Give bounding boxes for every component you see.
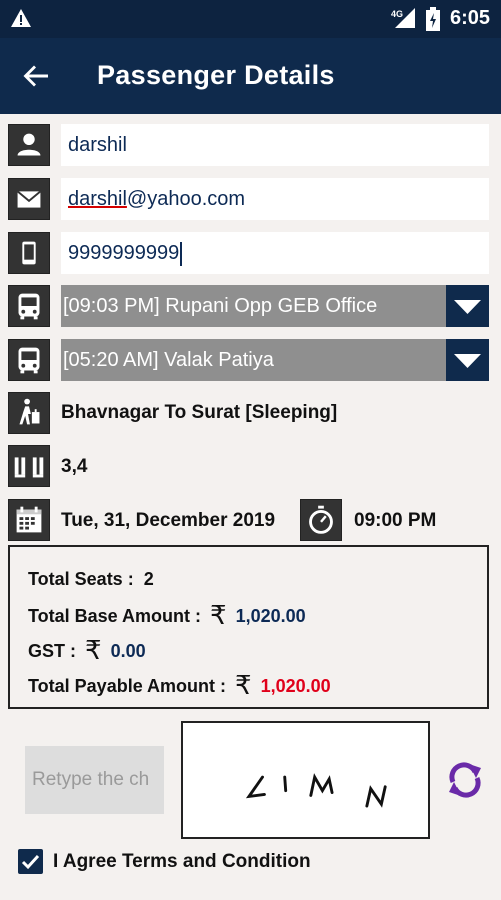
person-icon: [8, 124, 50, 166]
gst-value: 0.00: [110, 641, 146, 661]
gst-label: GST :: [28, 641, 76, 661]
fare-summary: Total Seats : 2 Total Base Amount : ₹ 1,…: [8, 545, 489, 709]
gst-row: GST : ₹ 0.00: [28, 635, 146, 666]
seats-icon: [8, 445, 50, 487]
payable-amount-label: Total Payable Amount :: [28, 676, 227, 696]
base-amount-row: Total Base Amount : ₹ 1,020.00: [28, 600, 306, 631]
journey-time: 09:00 PM: [354, 510, 437, 531]
payable-amount-row: Total Payable Amount : ₹ 1,020.00: [28, 670, 331, 701]
captcha-placeholder: Retype the ch: [32, 769, 150, 790]
dropping-point-value: [05:20 AM] Valak Patiya: [63, 349, 274, 371]
checkbox-checked-icon[interactable]: [18, 849, 43, 874]
journey-date: Tue, 31, December 2019: [61, 510, 276, 531]
captcha-input[interactable]: Retype the ch: [25, 746, 164, 814]
boarding-point-value: [09:03 PM] Rupani Opp GEB Office: [63, 295, 378, 317]
agree-terms-label[interactable]: I Agree Terms and Condition: [53, 851, 311, 873]
captcha-image: [181, 721, 430, 839]
mail-icon: [8, 178, 50, 220]
boarding-point-select[interactable]: [09:03 PM] Rupani Opp GEB Office: [61, 285, 489, 327]
base-amount-value: 1,020.00: [235, 606, 306, 626]
refresh-icon[interactable]: [445, 760, 485, 800]
dropdown-arrow-icon[interactable]: [446, 339, 489, 381]
arrow-back-icon[interactable]: [20, 60, 52, 92]
route-text: Bhavnagar To Surat [Sleeping]: [61, 402, 338, 423]
warning-icon: [10, 8, 32, 33]
bus-icon: [8, 285, 50, 327]
email-domain: @yahoo.com: [126, 188, 246, 210]
email-field[interactable]: darshil@yahoo.com: [61, 178, 489, 220]
phone-field[interactable]: 9999999999: [61, 232, 489, 274]
total-seats-value: 2: [143, 569, 154, 589]
name-value: darshil: [68, 134, 127, 156]
base-amount-label: Total Base Amount :: [28, 606, 202, 626]
email-local-part: darshil: [68, 188, 127, 210]
name-field[interactable]: darshil: [61, 124, 489, 166]
signal-icon: 4G: [391, 7, 417, 34]
dropping-point-select[interactable]: [05:20 AM] Valak Patiya: [61, 339, 489, 381]
status-time: 6:05: [450, 7, 491, 29]
status-bar: 4G 6:05: [0, 0, 501, 38]
app-bar: Passenger Details: [0, 38, 501, 114]
calendar-icon: [8, 499, 50, 541]
network-type-label: 4G: [391, 9, 403, 19]
payable-amount-value: 1,020.00: [260, 676, 331, 696]
stopwatch-icon: [300, 499, 342, 541]
phone-value: 9999999999: [68, 242, 180, 264]
rupee-icon: ₹: [85, 635, 102, 665]
rupee-icon: ₹: [210, 600, 227, 630]
traveler-icon: [8, 392, 50, 434]
bus-icon: [8, 339, 50, 381]
rupee-icon: ₹: [235, 670, 252, 700]
page-title: Passenger Details: [97, 60, 335, 90]
total-seats-label: Total Seats :: [28, 569, 134, 589]
total-seats-row: Total Seats : 2: [28, 569, 154, 590]
mobile-phone-icon: [8, 232, 50, 274]
seat-numbers: 3,4: [61, 456, 88, 477]
battery-charging-icon: [426, 7, 440, 36]
dropdown-arrow-icon[interactable]: [446, 285, 489, 327]
text-cursor: [180, 241, 183, 266]
